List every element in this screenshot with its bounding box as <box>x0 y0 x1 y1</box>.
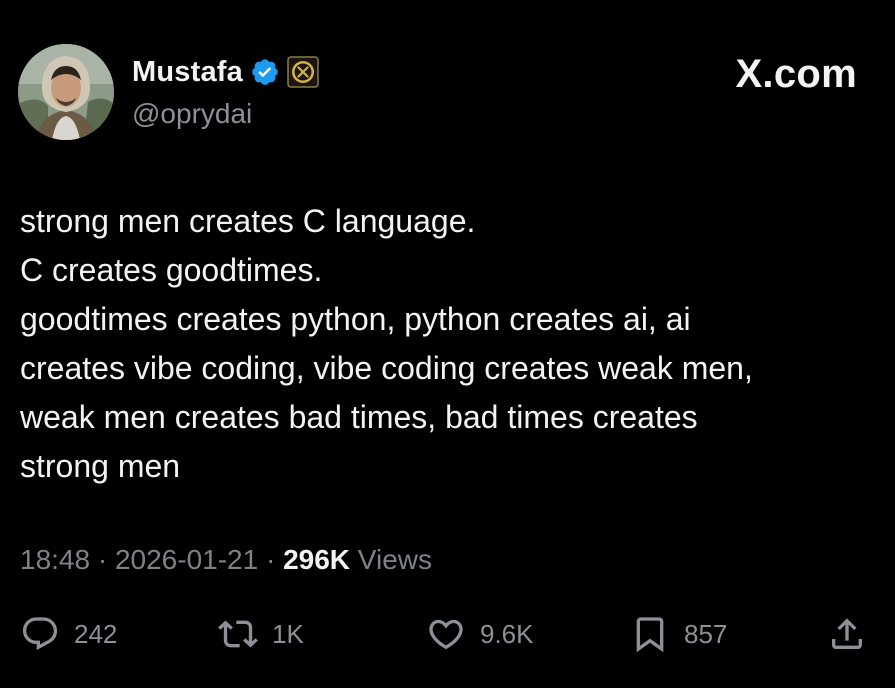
avatar[interactable] <box>18 44 114 140</box>
tweet-line: strong men <box>20 448 181 484</box>
action-bar: 242 1K 9.6K 857 <box>0 612 895 656</box>
bookmark-button[interactable]: 857 <box>630 612 727 656</box>
tweet-line: weak men creates bad times, bad times cr… <box>20 399 698 435</box>
meta-separator: · <box>90 544 115 575</box>
meta-separator: · <box>258 544 284 575</box>
verified-badge-icon <box>252 59 278 85</box>
like-count: 9.6K <box>480 618 534 649</box>
affiliation-badge-icon[interactable] <box>287 56 319 88</box>
avatar-photo <box>18 44 114 140</box>
reply-count: 242 <box>74 618 118 649</box>
reply-button[interactable]: 242 <box>20 612 117 656</box>
views-label: Views <box>350 544 432 575</box>
bookmark-icon <box>636 617 664 653</box>
heart-icon <box>429 619 463 650</box>
author-name-row: Mustafa <box>132 54 319 90</box>
share-button[interactable] <box>827 612 867 656</box>
post-time[interactable]: 18:48 <box>20 544 90 575</box>
like-button[interactable]: 9.6K <box>426 612 534 656</box>
repost-button[interactable]: 1K <box>218 612 304 656</box>
repost-count: 1K <box>272 618 304 649</box>
tweet-meta: 18:48 · 2026-01-21 · 296K Views <box>20 544 432 576</box>
repost-icon <box>218 620 258 648</box>
views-count[interactable]: 296K <box>283 544 350 575</box>
bookmark-count: 857 <box>684 618 728 649</box>
tweet-line: strong men creates C language. <box>20 203 476 239</box>
author-display-name[interactable]: Mustafa <box>132 56 243 89</box>
brand-watermark: X.com <box>735 52 857 96</box>
author-handle[interactable]: @oprydai <box>132 98 252 130</box>
tweet-text: strong men creates C language. C creates… <box>20 197 880 491</box>
tweet-line: creates vibe coding, vibe coding creates… <box>20 350 753 386</box>
reply-icon <box>22 617 58 651</box>
tweet-line: goodtimes creates python, python creates… <box>20 301 691 337</box>
post-date[interactable]: 2026-01-21 <box>115 544 258 575</box>
share-icon <box>832 618 862 649</box>
tweet-line: C creates goodtimes. <box>20 252 323 288</box>
